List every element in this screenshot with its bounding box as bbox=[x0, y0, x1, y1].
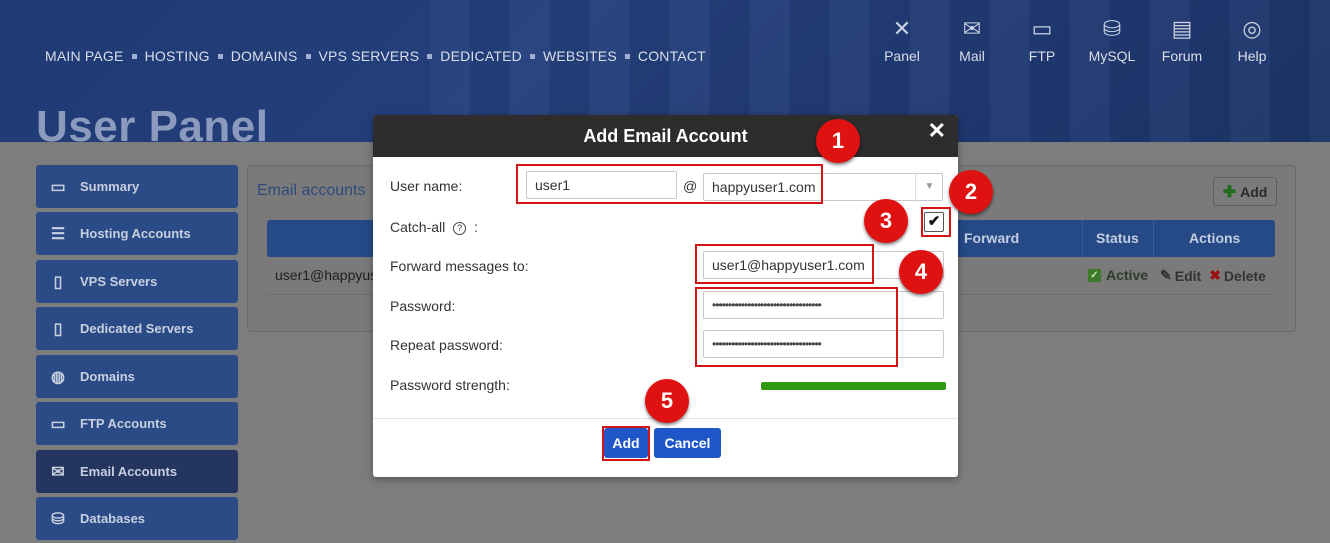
dedicated-icon: ▯ bbox=[53, 320, 63, 338]
sidebar-item-label: FTP Accounts bbox=[80, 416, 167, 431]
help-icon[interactable]: ? bbox=[453, 222, 467, 235]
annotation-box-forward bbox=[695, 244, 874, 284]
sidebar-item-dedicated-servers[interactable]: ▯ Dedicated Servers bbox=[36, 307, 238, 350]
shortcut-label: MySQL bbox=[1088, 48, 1136, 64]
database-icon: ⛁ bbox=[51, 510, 65, 528]
sidebar-item-label: Hosting Accounts bbox=[80, 226, 191, 241]
add-email-button[interactable]: ✚ Add bbox=[1213, 177, 1277, 206]
shortcut-label: Help bbox=[1237, 48, 1267, 64]
globe-icon: ◍ bbox=[51, 368, 65, 386]
monitor-icon: ▭ bbox=[50, 178, 66, 196]
sidebar-item-label: Databases bbox=[80, 511, 146, 526]
pencil-icon: ✎ bbox=[1160, 267, 1172, 283]
username-label: User name: bbox=[390, 178, 463, 194]
column-forward: Forward bbox=[964, 230, 1020, 246]
column-divider bbox=[1153, 220, 1154, 257]
annotation-box-add bbox=[602, 426, 650, 461]
sidebar-item-vps-servers[interactable]: ▯ VPS Servers bbox=[36, 260, 238, 303]
shortcut-help[interactable]: ◎ Help bbox=[1222, 16, 1282, 64]
shortcut-label: Mail bbox=[959, 48, 985, 64]
check-icon: ✓ bbox=[1088, 268, 1101, 282]
shortcut-label: FTP bbox=[1028, 48, 1056, 64]
shortcut-mail[interactable]: ✉ Mail bbox=[942, 16, 1002, 64]
vps-icon: ▯ bbox=[53, 273, 63, 291]
catchall-colon: : bbox=[474, 219, 478, 235]
annotation-badge-5: 5 bbox=[645, 379, 689, 423]
annotation-badge-4: 4 bbox=[899, 250, 943, 294]
repeat-password-label: Repeat password: bbox=[390, 337, 503, 353]
sidebar-item-email-accounts[interactable]: ✉ Email Accounts bbox=[36, 450, 238, 493]
shortcut-forum[interactable]: ▤ Forum bbox=[1152, 16, 1212, 64]
edit-link[interactable]: ✎ Edit bbox=[1160, 267, 1201, 284]
column-divider bbox=[1082, 220, 1083, 257]
status-badge: ✓ Active bbox=[1088, 267, 1148, 283]
annotation-badge-3: 3 bbox=[864, 199, 908, 243]
annotation-box-username bbox=[516, 164, 823, 204]
shortcut-ftp[interactable]: ▭ FTP bbox=[1012, 16, 1072, 64]
add-button-label: Add bbox=[1240, 183, 1268, 200]
annotation-badge-1: 1 bbox=[816, 119, 860, 163]
column-status: Status bbox=[1096, 230, 1139, 246]
sidebar-item-ftp-accounts[interactable]: ▭ FTP Accounts bbox=[36, 402, 238, 445]
chevron-down-icon[interactable]: ▼ bbox=[915, 173, 943, 201]
sidebar-item-summary[interactable]: ▭ Summary bbox=[36, 165, 238, 208]
password-label: Password: bbox=[390, 298, 456, 314]
annotation-box-catchall bbox=[921, 207, 951, 237]
annotation-badge-2: 2 bbox=[949, 170, 993, 214]
page-title: User Panel bbox=[36, 102, 269, 151]
top-shortcuts: ✕ Panel ✉ Mail ▭ FTP ⛁ MySQL ▤ Forum ◎ Help bbox=[0, 16, 1330, 76]
lifebuoy-icon: ◎ bbox=[1242, 16, 1262, 41]
annotation-box-passwords bbox=[695, 287, 898, 367]
sidebar-item-hosting-accounts[interactable]: ☰ Hosting Accounts bbox=[36, 212, 238, 255]
email-icon: ✉ bbox=[51, 463, 65, 481]
modal-title: Add Email Account bbox=[373, 115, 958, 157]
sidebar-item-databases[interactable]: ⛁ Databases bbox=[36, 497, 238, 540]
panel-title: Email accounts bbox=[257, 182, 366, 199]
strength-label: Password strength: bbox=[390, 377, 510, 393]
sidebar-item-label: VPS Servers bbox=[80, 274, 158, 289]
shortcut-mysql[interactable]: ⛁ MySQL bbox=[1082, 16, 1142, 64]
status-label: Active bbox=[1106, 267, 1149, 283]
sidebar-item-label: Dedicated Servers bbox=[80, 321, 194, 336]
row-email: user1@happyus bbox=[275, 267, 378, 283]
shortcut-panel[interactable]: ✕ Panel bbox=[872, 16, 932, 64]
shortcut-label: Panel bbox=[884, 48, 920, 64]
cancel-button[interactable]: Cancel bbox=[654, 428, 721, 458]
shortcut-label: Forum bbox=[1161, 48, 1203, 64]
delete-label: Delete bbox=[1223, 267, 1266, 284]
sidebar-item-label: Email Accounts bbox=[80, 464, 178, 479]
server-icon: ☰ bbox=[50, 225, 66, 243]
close-icon[interactable]: ✕ bbox=[928, 118, 946, 144]
column-actions: Actions bbox=[1189, 230, 1241, 246]
database-icon: ⛁ bbox=[1102, 16, 1122, 41]
catchall-text: Catch-all bbox=[390, 219, 446, 235]
mail-icon: ✉ bbox=[962, 16, 982, 41]
tools-icon: ✕ bbox=[892, 16, 912, 41]
sidebar-item-label: Summary bbox=[80, 179, 140, 194]
edit-label: Edit bbox=[1174, 267, 1202, 284]
forum-icon: ▤ bbox=[1171, 16, 1193, 41]
delete-icon: ✖ bbox=[1209, 267, 1221, 283]
catchall-label: Catch-all ? : bbox=[390, 219, 478, 235]
ftp-folder-icon: ▭ bbox=[50, 415, 66, 433]
password-strength-bar bbox=[761, 382, 946, 390]
row-actions: ✎ Edit ✖ Delete bbox=[1160, 267, 1266, 284]
plus-icon: ✚ bbox=[1222, 183, 1237, 201]
delete-link[interactable]: ✖ Delete bbox=[1209, 267, 1266, 284]
folder-icon: ▭ bbox=[1031, 16, 1053, 41]
forward-label: Forward messages to: bbox=[390, 258, 529, 274]
sidebar-item-domains[interactable]: ◍ Domains bbox=[36, 355, 238, 398]
sidebar-item-label: Domains bbox=[80, 369, 135, 384]
